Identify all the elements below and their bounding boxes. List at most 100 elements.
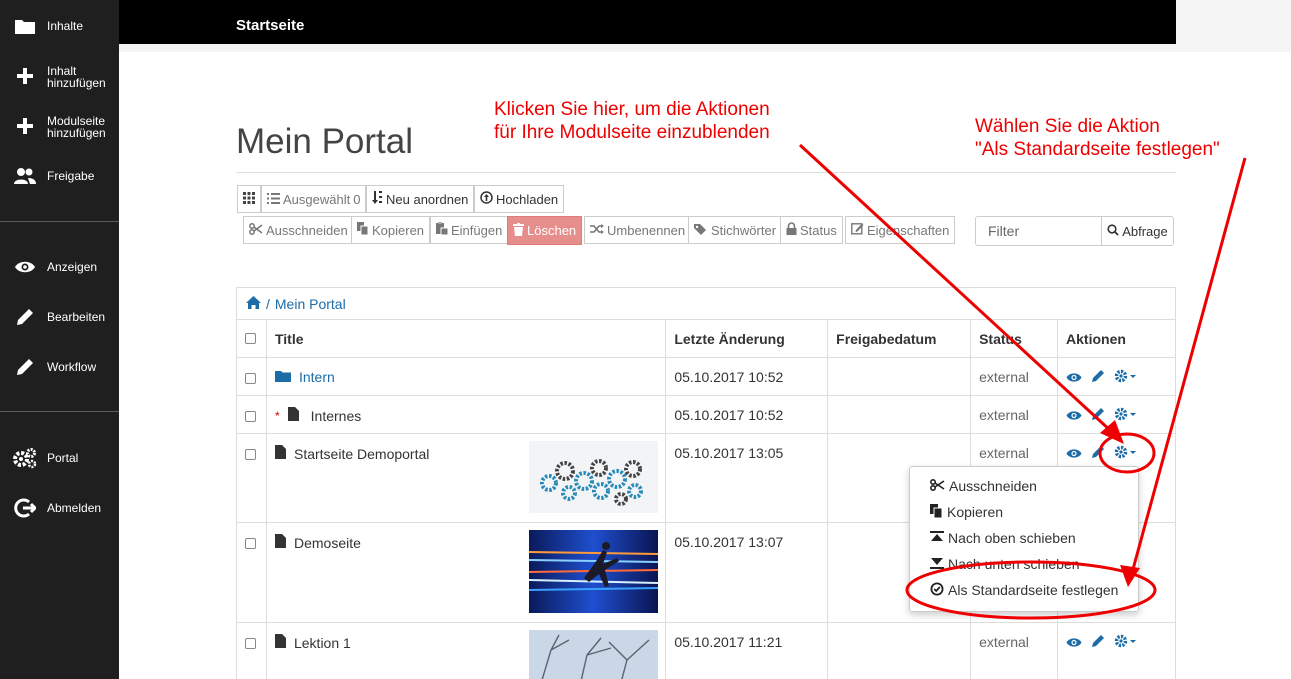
copy-icon [357, 222, 369, 238]
winter-thumbnail-image [529, 630, 659, 679]
sidebar-item-abmelden[interactable]: Abmelden [0, 488, 119, 528]
breadcrumb: / Mein Portal [236, 287, 1176, 319]
edit-pencil-icon[interactable] [1091, 445, 1105, 462]
column-header-published[interactable]: Freigabedatum [827, 319, 972, 358]
rename-button[interactable]: Umbenennen [584, 216, 692, 244]
shuffle-icon [590, 223, 604, 238]
row-modified: 05.10.2017 10:52 [665, 357, 829, 396]
sidebar-divider [0, 221, 119, 222]
pencil-icon [13, 355, 37, 379]
row-checkbox[interactable] [245, 411, 256, 422]
copy-label: Kopieren [372, 222, 425, 238]
view-icon[interactable] [1066, 370, 1082, 386]
row-checkbox[interactable] [245, 449, 256, 460]
row-checkbox[interactable] [245, 638, 256, 649]
column-header-title[interactable]: Title [265, 319, 667, 358]
filter-input[interactable]: Filter [975, 216, 1102, 246]
paste-icon [436, 222, 449, 238]
row-checkbox[interactable] [245, 538, 256, 549]
edit-pencil-icon[interactable] [1091, 407, 1105, 424]
reorder-label: Neu anordnen [386, 191, 469, 207]
edit-pencil-icon[interactable] [1091, 369, 1105, 386]
plus-icon [13, 64, 37, 88]
sidebar-item-label: Inhalte [47, 19, 84, 33]
title-divider [236, 172, 1176, 173]
home-icon[interactable] [246, 295, 261, 312]
copy-button[interactable]: Kopieren [351, 216, 431, 244]
row-checkbox[interactable] [245, 373, 256, 384]
sidebar-item-workflow[interactable]: Workflow [0, 347, 119, 387]
table-row: * Internes 05.10.2017 10:52 external [236, 395, 1176, 434]
paste-button[interactable]: Einfügen [430, 216, 509, 244]
row-title[interactable]: Demoseite [294, 535, 361, 551]
document-icon [274, 634, 286, 651]
view-icon[interactable] [1066, 446, 1082, 462]
properties-button[interactable]: Eigenschaften [845, 216, 956, 244]
gear-menu-icon[interactable] [1114, 369, 1138, 386]
row-status: external [970, 357, 1059, 396]
sidebar-item-bearbeiten[interactable]: Bearbeiten [0, 297, 119, 337]
column-header-status[interactable]: Status [970, 319, 1059, 358]
gear-menu-icon[interactable] [1114, 634, 1138, 651]
menu-item-move-top[interactable]: Nach oben schieben [930, 528, 1076, 548]
tags-button[interactable]: Stichwörter [688, 216, 783, 244]
annotation-line: Klicken Sie hier, um die Aktionen [494, 99, 770, 120]
menu-item-copy[interactable]: Kopieren [930, 502, 1003, 522]
properties-label: Eigenschaften [867, 222, 950, 238]
reorder-button[interactable]: Neu anordnen [366, 185, 475, 213]
annotation-text-left: Klicken Sie hier, um die Aktionen für Ih… [494, 98, 770, 144]
document-icon [274, 534, 286, 551]
menu-item-label: Als Standardseite festlegen [948, 582, 1119, 598]
select-all-checkbox[interactable] [245, 332, 256, 344]
delete-label: Löschen [527, 223, 577, 238]
selected-count-button[interactable]: Ausgewählt 0 [261, 185, 367, 213]
menu-item-set-default-page[interactable]: Als Standardseite festlegen [930, 580, 1118, 600]
status-button[interactable]: Status [780, 216, 843, 244]
sidebar-item-inhalt-hinzufuegen[interactable]: Inhalt hinzufügen [0, 56, 119, 96]
sidebar-item-label: Anzeigen [47, 260, 98, 274]
view-icon[interactable] [1066, 635, 1082, 651]
lock-icon [786, 222, 797, 238]
row-title-link[interactable]: Intern [299, 369, 335, 385]
sidebar-item-freigabe[interactable]: Freigabe [0, 156, 119, 196]
breadcrumb-separator: / [266, 295, 270, 312]
menu-item-move-bottom[interactable]: Nach unten schieben [930, 554, 1080, 574]
view-icon[interactable] [1066, 408, 1082, 424]
annotation-line: Wählen Sie die Aktion [975, 116, 1160, 137]
check-circle-icon [930, 582, 944, 599]
row-title[interactable]: Startseite Demoportal [294, 446, 429, 462]
query-button[interactable]: Abfrage [1101, 216, 1174, 246]
breadcrumb-current[interactable]: Mein Portal [275, 296, 346, 312]
plus-icon [13, 114, 37, 138]
page-title: Mein Portal [236, 122, 414, 161]
rename-label: Umbenennen [607, 222, 686, 238]
sidebar-item-modulseite-hinzufuegen[interactable]: Modulseite hinzufügen [0, 106, 119, 146]
sidebar-item-inhalte[interactable]: Inhalte [0, 6, 119, 46]
folder-icon [274, 369, 291, 385]
upload-button[interactable]: Hochladen [474, 185, 565, 213]
sidebar-item-label: hinzufügen [47, 76, 106, 90]
column-header-modified[interactable]: Letzte Änderung [665, 319, 829, 358]
edit-pencil-icon[interactable] [1091, 634, 1105, 651]
row-modified: 05.10.2017 13:05 [665, 433, 829, 523]
sidebar: Inhalte Inhalt hinzufügen Modulseite hin… [0, 0, 119, 679]
sidebar-item-anzeigen[interactable]: Anzeigen [0, 247, 119, 287]
row-published [827, 357, 972, 396]
row-title[interactable]: Internes [311, 408, 362, 424]
menu-item-cut[interactable]: Ausschneiden [929, 476, 1037, 496]
selected-count: 0 [353, 191, 361, 207]
site-title[interactable]: Startseite [236, 17, 304, 34]
row-modified: 05.10.2017 13:07 [665, 522, 829, 623]
gear-menu-icon[interactable] [1114, 407, 1138, 424]
annotation-text-right: Wählen Sie die Aktion "Als Standardseite… [975, 115, 1220, 161]
select-all-grid-button[interactable] [237, 185, 261, 213]
row-title[interactable]: Lektion 1 [294, 635, 351, 651]
selected-label: Ausgewählt [283, 191, 351, 207]
row-published [827, 395, 972, 434]
tags-label: Stichwörter [711, 222, 777, 238]
delete-button[interactable]: Löschen [507, 216, 583, 245]
sidebar-item-portal[interactable]: Portal [0, 438, 119, 478]
cut-button[interactable]: Ausschneiden [243, 216, 354, 244]
eye-icon [13, 255, 37, 279]
gear-menu-icon[interactable] [1114, 445, 1138, 462]
